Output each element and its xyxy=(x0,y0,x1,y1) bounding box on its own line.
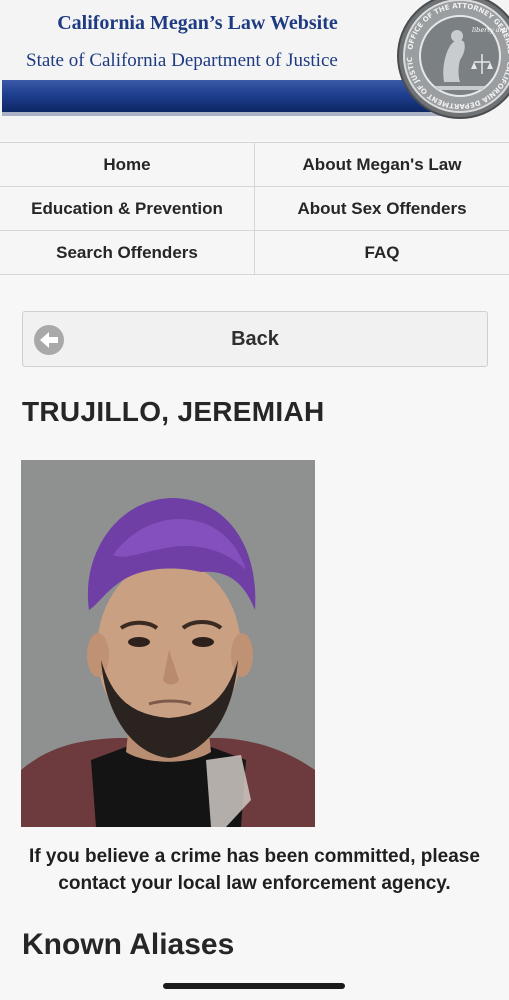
nav-search-offenders[interactable]: Search Offenders xyxy=(0,231,255,275)
header-bar xyxy=(2,80,442,112)
nav-about-megans-law[interactable]: About Megan's Law xyxy=(255,143,509,187)
header-bar-shadow xyxy=(2,112,442,116)
offender-photo xyxy=(21,460,315,827)
arrow-left-circle-icon xyxy=(34,325,64,355)
home-indicator[interactable] xyxy=(163,983,345,989)
known-aliases-heading: Known Aliases xyxy=(22,928,235,961)
site-subtitle-text: State of California Department of Justic… xyxy=(26,50,338,71)
attorney-general-seal-icon: OFFICE OF THE ATTORNEY GENERAL · CALIFOR… xyxy=(392,0,509,122)
site-header: California Megan’s Law Website State of … xyxy=(0,0,509,140)
offender-name: TRUJILLO, JEREMIAH xyxy=(22,396,325,427)
crime-report-notice: If you believe a crime has been committe… xyxy=(29,846,480,894)
nav-faq[interactable]: FAQ xyxy=(255,231,509,275)
site-title[interactable]: California Megan’s Law Website xyxy=(0,12,395,35)
main-navigation: Home About Megan's Law Education & Preve… xyxy=(0,142,509,275)
nav-education-prevention[interactable]: Education & Prevention xyxy=(0,187,255,231)
site-subtitle: State of California Department of Justic… xyxy=(26,50,338,72)
nav-about-sex-offenders[interactable]: About Sex Offenders xyxy=(255,187,509,231)
seal-motto: liberty and justice under law xyxy=(472,26,509,34)
back-button-label: Back xyxy=(231,327,279,350)
back-button[interactable]: Back xyxy=(22,311,488,367)
nav-home[interactable]: Home xyxy=(0,143,255,187)
